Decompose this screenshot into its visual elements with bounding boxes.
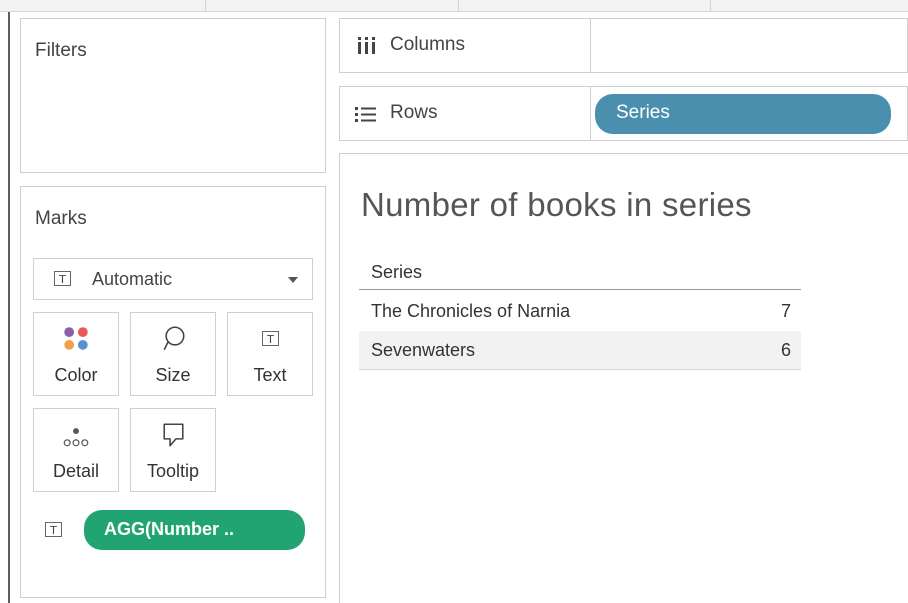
text-mark-icon: T bbox=[54, 271, 71, 286]
row-series-label: The Chronicles of Narnia bbox=[371, 301, 571, 321]
table-row[interactable]: The Chronicles of Narnia 7 bbox=[359, 292, 801, 330]
detail-card[interactable]: Detail bbox=[33, 408, 119, 492]
color-dots-icon bbox=[64, 327, 88, 350]
tooltip-card-label: Tooltip bbox=[146, 461, 200, 481]
size-card-label: Size bbox=[155, 365, 191, 385]
filters-title: Filters bbox=[35, 40, 87, 61]
table-row[interactable]: Sevenwaters 6 bbox=[359, 331, 801, 370]
view-title: Number of books in series bbox=[361, 186, 752, 223]
mark-type-dropdown[interactable]: T Automatic bbox=[33, 258, 313, 300]
series-pill-label: Series bbox=[616, 102, 670, 123]
color-card[interactable]: Color bbox=[33, 312, 119, 396]
detail-card-label: Detail bbox=[52, 461, 100, 481]
filters-card[interactable]: Filters bbox=[20, 18, 326, 173]
agg-number-pill[interactable]: AGG(Number .. bbox=[84, 510, 305, 550]
rows-icon bbox=[355, 107, 376, 122]
row-value: 7 bbox=[780, 301, 791, 321]
mark-type-value: Automatic bbox=[92, 269, 173, 289]
chevron-down-icon[interactable] bbox=[287, 276, 299, 284]
row-value: 6 bbox=[780, 340, 791, 360]
text-card-label: Text bbox=[253, 365, 287, 385]
row-series-label: Sevenwaters bbox=[371, 340, 476, 360]
text-t-icon: T bbox=[228, 323, 312, 353]
color-card-label: Color bbox=[54, 365, 98, 385]
left-border bbox=[8, 12, 10, 603]
columns-icon bbox=[358, 37, 375, 54]
marks-title: Marks bbox=[35, 208, 87, 229]
header-divider bbox=[359, 289, 801, 290]
column-header-series[interactable]: Series bbox=[371, 262, 422, 283]
size-card[interactable]: Size bbox=[130, 312, 216, 396]
tooltip-bubble-icon bbox=[163, 423, 184, 447]
top-strip bbox=[0, 0, 908, 12]
series-pill[interactable]: Series bbox=[595, 94, 891, 134]
text-encoding-icon: T bbox=[45, 522, 62, 537]
detail-dots-icon bbox=[63, 428, 89, 447]
tooltip-card[interactable]: Tooltip bbox=[130, 408, 216, 492]
rows-shelf-label: Rows bbox=[390, 102, 438, 123]
text-card[interactable]: T Text bbox=[227, 312, 313, 396]
agg-number-pill-label: AGG(Number .. bbox=[104, 519, 235, 539]
columns-shelf-label: Columns bbox=[390, 34, 465, 55]
size-lasso-icon bbox=[163, 326, 185, 351]
columns-shelf[interactable]: Columns bbox=[339, 18, 908, 73]
